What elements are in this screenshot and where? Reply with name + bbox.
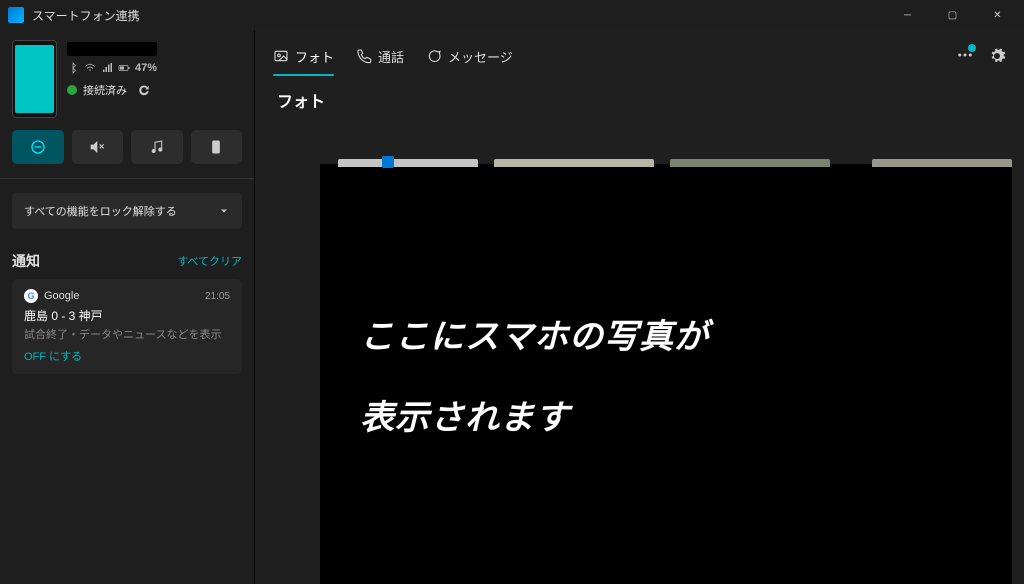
calls-icon	[356, 48, 372, 64]
connection-status: 接続済み	[83, 82, 127, 98]
window-title: スマートフォン連携	[32, 7, 885, 24]
battery-icon	[118, 62, 130, 74]
signal-icon	[101, 62, 113, 74]
minimize-button[interactable]: ─	[885, 0, 930, 30]
sidebar: 47% 接続済み	[0, 30, 255, 584]
google-icon: G	[24, 289, 38, 303]
open-phone-button[interactable]	[191, 130, 243, 164]
phone-preview[interactable]	[12, 40, 57, 118]
tab-calls-label: 通話	[378, 47, 404, 66]
phone-screen-thumbnail	[15, 45, 54, 113]
notification-action[interactable]: OFF にする	[24, 348, 230, 364]
notification-time: 21:05	[205, 291, 230, 302]
notification-body: 試合終了・データやニュースなどを表示	[24, 326, 230, 342]
app-icon	[8, 7, 24, 23]
photo-placeholder-overlay: ここにスマホの写真が 表示されます	[320, 164, 1012, 584]
title-bar: スマートフォン連携 ─ ▢ ✕	[0, 0, 1024, 30]
device-panel: 47% 接続済み	[12, 40, 242, 118]
section-title: フォト	[277, 88, 1002, 112]
maximize-button[interactable]: ▢	[930, 0, 975, 30]
notification-title: 鹿島 0 - 3 神戸	[24, 307, 230, 324]
tab-list: フォト 通話 メッセージ	[273, 39, 956, 74]
photo-thumbnail[interactable]	[338, 159, 478, 167]
refresh-icon[interactable]	[137, 83, 151, 97]
sync-status-button[interactable]	[956, 46, 974, 67]
overlay-text-line-1: ここにスマホの写真が	[360, 309, 1012, 358]
photo-thumbnail[interactable]	[494, 159, 654, 167]
tab-photos[interactable]: フォト	[273, 39, 334, 74]
tab-messages[interactable]: メッセージ	[426, 39, 513, 74]
music-button[interactable]	[131, 130, 183, 164]
close-button[interactable]: ✕	[975, 0, 1020, 30]
notification-card[interactable]: G Google 21:05 鹿島 0 - 3 神戸 試合終了・データやニュース…	[12, 279, 242, 374]
battery-level: 47%	[135, 62, 157, 74]
overlay-text-line-2: 表示されます	[360, 390, 1012, 439]
device-name	[67, 42, 157, 56]
photo-thumbnail[interactable]	[872, 159, 1012, 167]
mute-button[interactable]	[72, 130, 124, 164]
sidebar-action-buttons	[12, 130, 242, 164]
notification-app-name: Google	[44, 290, 199, 302]
tab-messages-label: メッセージ	[448, 47, 513, 66]
do-not-disturb-button[interactable]	[12, 130, 64, 164]
chevron-down-icon	[218, 205, 230, 217]
device-status-icons: 47%	[67, 62, 242, 74]
notification-dot	[968, 44, 976, 52]
clear-all-button[interactable]: すべてクリア	[177, 253, 242, 269]
top-bar: フォト 通話 メッセージ	[255, 30, 1024, 76]
unlock-features-button[interactable]: すべての機能をロック解除する	[12, 193, 242, 229]
photos-icon	[273, 48, 289, 64]
notifications-heading: 通知	[12, 251, 40, 271]
photo-thumbnail-strip	[320, 159, 1012, 167]
notifications-header: 通知 すべてクリア	[12, 251, 242, 271]
window-controls: ─ ▢ ✕	[885, 0, 1020, 30]
connected-indicator	[67, 85, 77, 95]
photo-thumbnail[interactable]	[670, 159, 830, 167]
wifi-icon	[84, 62, 96, 74]
messages-icon	[426, 48, 442, 64]
tab-calls[interactable]: 通話	[356, 39, 404, 74]
tab-photos-label: フォト	[295, 47, 334, 66]
unlock-features-label: すべての機能をロック解除する	[24, 203, 177, 219]
bluetooth-icon	[67, 62, 79, 74]
connection-row: 接続済み	[67, 82, 242, 98]
settings-icon[interactable]	[988, 47, 1006, 65]
